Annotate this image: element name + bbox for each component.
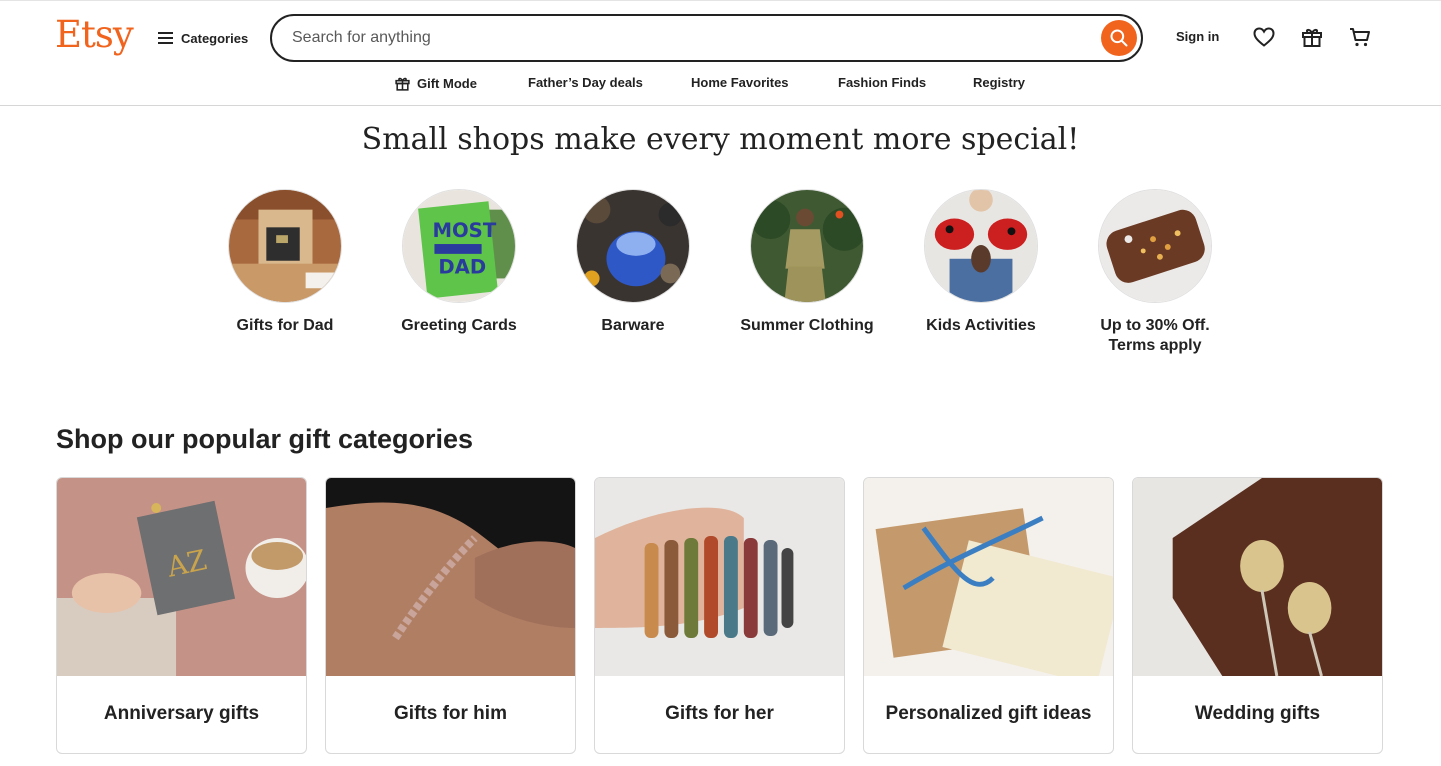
search-input[interactable]: [290, 28, 1070, 48]
sub-navigation: Gift Mode Father’s Day deals Home Favori…: [0, 73, 1441, 95]
etsy-logo[interactable]: Etsy: [55, 13, 134, 56]
gift-card-label: Wedding gifts: [1194, 702, 1321, 724]
hero-item-summer-clothing[interactable]: Summer Clothing: [727, 189, 887, 336]
hero-image: [576, 189, 690, 303]
hero-image: MOST DAD: [402, 189, 516, 303]
gift-image: [595, 478, 844, 676]
hero-title: Small shops make every moment more speci…: [361, 122, 1080, 157]
svg-text:DAD: DAD: [438, 256, 486, 279]
subnav-registry[interactable]: Registry: [973, 75, 1025, 90]
hero-item-label: Kids Activities: [926, 317, 1036, 334]
hero-item-gifts-for-dad[interactable]: Gifts for Dad: [205, 189, 365, 336]
hero-item-sale[interactable]: Up to 30% Off. Terms apply: [1075, 189, 1235, 356]
gift-image: AZ: [57, 478, 306, 676]
hero-image: [228, 189, 342, 303]
gift-image: [864, 478, 1113, 676]
hero-item-barware[interactable]: Barware: [553, 189, 713, 336]
favorites-heart-icon[interactable]: [1252, 25, 1276, 49]
hero-image: [1098, 189, 1212, 303]
subnav-home-favorites[interactable]: Home Favorites: [691, 75, 789, 90]
cart-icon[interactable]: [1348, 25, 1372, 49]
gift-card-anniversary[interactable]: AZ Anniversary gifts: [56, 477, 307, 754]
hero-image: [750, 189, 864, 303]
gift-image: [326, 478, 575, 676]
search-button[interactable]: [1101, 20, 1137, 56]
hero-item-kids-activities[interactable]: Kids Activities: [901, 189, 1061, 336]
hero-item-greeting-cards[interactable]: MOST DAD Greeting Cards: [379, 189, 539, 336]
section-title: Shop our popular gift categories: [56, 424, 474, 454]
gift-card-label: Gifts for him: [394, 702, 507, 724]
gift-card-label: Anniversary gifts: [103, 702, 260, 724]
gift-card-label: Gifts for her: [665, 702, 774, 724]
gift-card-personalized[interactable]: Personalized gift ideas: [863, 477, 1114, 754]
hero-item-label: Barware: [601, 317, 665, 334]
gift-icon[interactable]: [1300, 25, 1324, 49]
categories-label: Categories: [181, 30, 249, 46]
search-bar: [270, 14, 1143, 62]
hero-item-label: Gifts for Dad: [236, 317, 334, 334]
gift-card-wedding[interactable]: Wedding gifts: [1132, 477, 1383, 754]
gift-card-for-him[interactable]: Gifts for him: [325, 477, 576, 754]
subnav-fathers-day[interactable]: Father’s Day deals: [528, 75, 643, 90]
gift-card-label: Personalized gift ideas: [885, 702, 1092, 724]
gift-card-for-her[interactable]: Gifts for her: [594, 477, 845, 754]
hero-image: [924, 189, 1038, 303]
hero-item-label: Greeting Cards: [401, 317, 517, 334]
subnav-gift-mode[interactable]: Gift Mode: [394, 75, 477, 92]
subnav-label: Gift Mode: [417, 76, 477, 91]
categories-button[interactable]: Categories: [158, 27, 248, 49]
sign-in-link[interactable]: Sign in: [1176, 29, 1219, 44]
hero-item-label: Summer Clothing: [740, 317, 874, 334]
menu-icon: [158, 32, 173, 44]
hero-item-label: Up to 30% Off. Terms apply: [1100, 317, 1210, 354]
site-header: Etsy Categories Sign in: [0, 0, 1441, 106]
svg-text:MOST: MOST: [432, 219, 496, 242]
search-icon: [1110, 29, 1128, 47]
gift-icon: [395, 77, 410, 91]
subnav-fashion-finds[interactable]: Fashion Finds: [838, 75, 926, 90]
gift-image: [1133, 478, 1382, 676]
